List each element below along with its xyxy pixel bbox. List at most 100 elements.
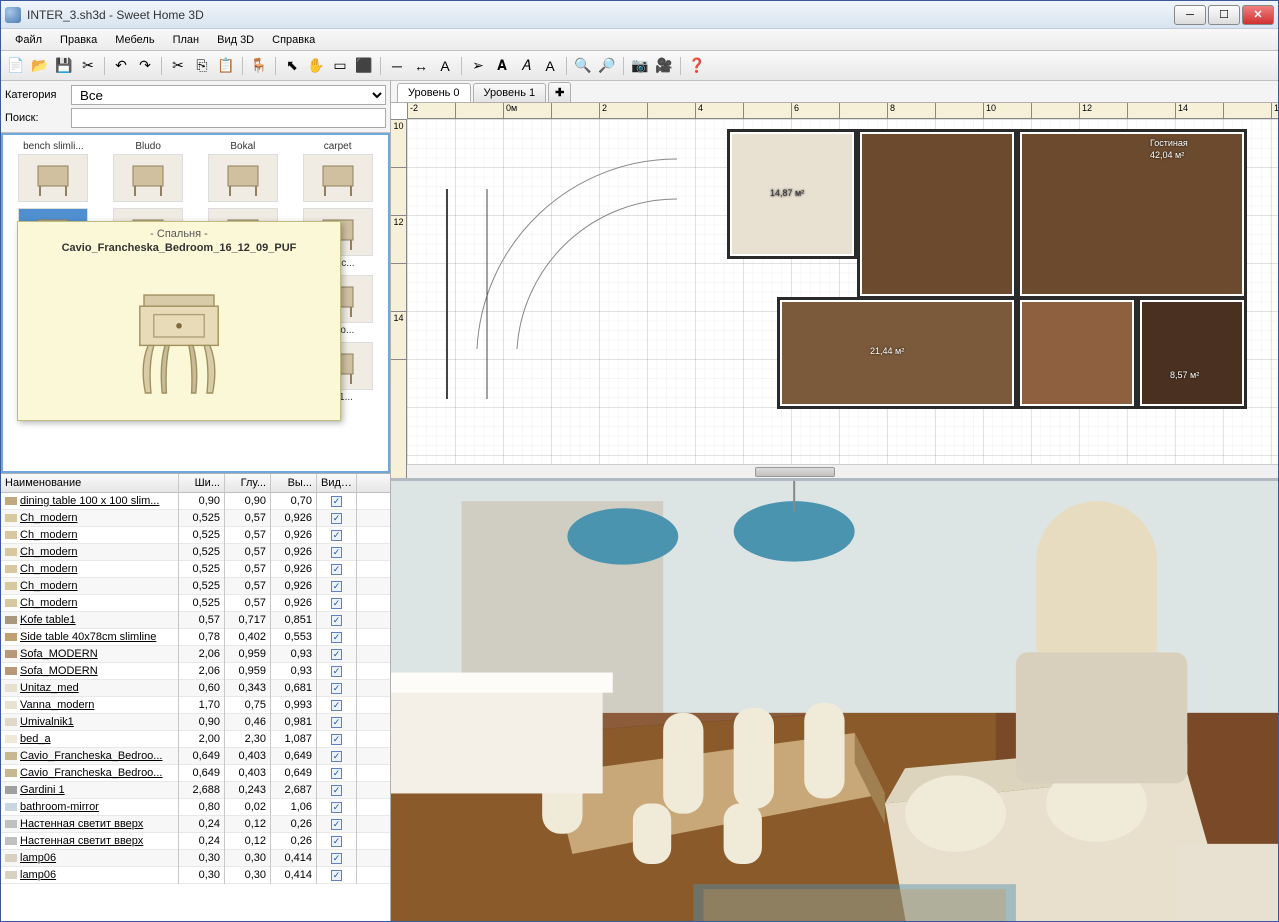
menu-Мебель[interactable]: Мебель bbox=[107, 31, 162, 49]
maximize-button[interactable]: ☐ bbox=[1208, 5, 1240, 25]
table-row[interactable]: Sofa_MODERN2,060,9590,93✓ bbox=[1, 646, 390, 663]
table-row[interactable]: Cavio_Francheska_Bedroo...0,6490,4030,64… bbox=[1, 748, 390, 765]
video-button[interactable]: 🎥 bbox=[653, 55, 675, 77]
photo-button[interactable]: 📷 bbox=[629, 55, 651, 77]
checkbox-icon[interactable]: ✓ bbox=[331, 836, 342, 847]
cell-visible[interactable]: ✓ bbox=[317, 611, 357, 629]
zoom-out-button[interactable]: 🔎 bbox=[596, 55, 618, 77]
checkbox-icon[interactable]: ✓ bbox=[331, 870, 342, 881]
cell-visible[interactable]: ✓ bbox=[317, 747, 357, 765]
table-row[interactable]: Gardini 12,6880,2432,687✓ bbox=[1, 782, 390, 799]
compass-button[interactable]: ➢ bbox=[467, 55, 489, 77]
cell-visible[interactable]: ✓ bbox=[317, 764, 357, 782]
table-row[interactable]: Umivalnik10,900,460,981✓ bbox=[1, 714, 390, 731]
scrollbar-horizontal[interactable] bbox=[407, 464, 1278, 478]
checkbox-icon[interactable]: ✓ bbox=[331, 649, 342, 660]
align-button[interactable]: A bbox=[539, 55, 561, 77]
search-input[interactable] bbox=[71, 108, 386, 128]
table-row[interactable]: Sofa_MODERN2,060,9590,93✓ bbox=[1, 663, 390, 680]
tab-add[interactable]: ✚ bbox=[548, 82, 571, 102]
table-row[interactable]: Ch_modern0,5250,570,926✓ bbox=[1, 561, 390, 578]
cell-visible[interactable]: ✓ bbox=[317, 662, 357, 680]
table-row[interactable]: Настенная светит вверх0,240,120,26✓ bbox=[1, 833, 390, 850]
undo-button[interactable]: ↶ bbox=[110, 55, 132, 77]
prefs-button[interactable]: ✂ bbox=[77, 55, 99, 77]
cell-visible[interactable]: ✓ bbox=[317, 696, 357, 714]
cell-visible[interactable]: ✓ bbox=[317, 526, 357, 544]
view-3d[interactable] bbox=[391, 481, 1278, 921]
checkbox-icon[interactable]: ✓ bbox=[331, 734, 342, 745]
cell-visible[interactable]: ✓ bbox=[317, 798, 357, 816]
table-row[interactable]: dining table 100 x 100 slim...0,900,900,… bbox=[1, 493, 390, 510]
cell-visible[interactable]: ✓ bbox=[317, 713, 357, 731]
table-row[interactable]: Ch_modern0,5250,570,926✓ bbox=[1, 527, 390, 544]
table-row[interactable]: Kofe table10,570,7170,851✓ bbox=[1, 612, 390, 629]
menu-Вид 3D[interactable]: Вид 3D bbox=[209, 31, 262, 49]
table-row[interactable]: Ch_modern0,5250,570,926✓ bbox=[1, 510, 390, 527]
checkbox-icon[interactable]: ✓ bbox=[331, 700, 342, 711]
table-row[interactable]: bathroom-mirror0,800,021,06✓ bbox=[1, 799, 390, 816]
checkbox-icon[interactable]: ✓ bbox=[331, 513, 342, 524]
checkbox-icon[interactable]: ✓ bbox=[331, 615, 342, 626]
checkbox-icon[interactable]: ✓ bbox=[331, 598, 342, 609]
room-5[interactable]: 8,57 м² bbox=[1137, 297, 1247, 409]
redo-button[interactable]: ↷ bbox=[134, 55, 156, 77]
help-button[interactable]: ❓ bbox=[686, 55, 708, 77]
scroll-thumb[interactable] bbox=[755, 467, 835, 477]
cell-visible[interactable]: ✓ bbox=[317, 594, 357, 612]
plan-content[interactable]: 14,87 м² Гостиная 42,04 м² 21,44 м² bbox=[407, 119, 1278, 478]
cell-visible[interactable]: ✓ bbox=[317, 492, 357, 510]
table-row[interactable]: Side table 40x78cm slimline0,780,4020,55… bbox=[1, 629, 390, 646]
cell-visible[interactable]: ✓ bbox=[317, 560, 357, 578]
cell-visible[interactable]: ✓ bbox=[317, 781, 357, 799]
room-3[interactable]: 21,44 м² bbox=[777, 297, 1017, 409]
floorplan[interactable]: 14,87 м² Гостиная 42,04 м² 21,44 м² bbox=[727, 129, 1227, 409]
dimension-button[interactable]: ↔ bbox=[410, 55, 432, 77]
text-style-i-button[interactable]: 𝐴 bbox=[515, 55, 537, 77]
tab-level-1[interactable]: Уровень 1 bbox=[473, 83, 547, 102]
col-depth[interactable]: Глу... bbox=[225, 474, 271, 492]
copy-button[interactable]: ⎘ bbox=[191, 55, 213, 77]
cell-visible[interactable]: ✓ bbox=[317, 509, 357, 527]
open-button[interactable]: 📂 bbox=[29, 55, 51, 77]
cell-visible[interactable]: ✓ bbox=[317, 866, 357, 884]
cell-visible[interactable]: ✓ bbox=[317, 815, 357, 833]
checkbox-icon[interactable]: ✓ bbox=[331, 547, 342, 558]
table-row[interactable]: bed_a2,002,301,087✓ bbox=[1, 731, 390, 748]
room-kitchen[interactable]: 14,87 м² bbox=[727, 129, 857, 259]
table-row[interactable]: Настенная светит вверх0,240,120,26✓ bbox=[1, 816, 390, 833]
col-width[interactable]: Ши... bbox=[179, 474, 225, 492]
col-name[interactable]: Наименование bbox=[1, 474, 179, 492]
room-4[interactable] bbox=[1017, 297, 1137, 409]
cell-visible[interactable]: ✓ bbox=[317, 543, 357, 561]
catalog-grid[interactable]: bench slimli...BludoBokalcarpetCa...Fran… bbox=[1, 133, 390, 473]
room-dining[interactable] bbox=[857, 129, 1017, 299]
table-row[interactable]: Cavio_Francheska_Bedroo...0,6490,4030,64… bbox=[1, 765, 390, 782]
furniture-table[interactable]: Наименование Ши... Глу... Вы... Види... … bbox=[1, 473, 390, 921]
catalog-item[interactable]: Bludo bbox=[102, 139, 195, 204]
col-visible[interactable]: Види... bbox=[317, 474, 357, 492]
catalog-item[interactable]: Bokal bbox=[197, 139, 290, 204]
paste-button[interactable]: 📋 bbox=[215, 55, 237, 77]
cell-visible[interactable]: ✓ bbox=[317, 832, 357, 850]
checkbox-icon[interactable]: ✓ bbox=[331, 751, 342, 762]
cell-visible[interactable]: ✓ bbox=[317, 730, 357, 748]
checkbox-icon[interactable]: ✓ bbox=[331, 768, 342, 779]
cell-visible[interactable]: ✓ bbox=[317, 849, 357, 867]
cell-visible[interactable]: ✓ bbox=[317, 577, 357, 595]
checkbox-icon[interactable]: ✓ bbox=[331, 632, 342, 643]
new-button[interactable]: 📄 bbox=[5, 55, 27, 77]
table-row[interactable]: lamp060,300,300,414✓ bbox=[1, 850, 390, 867]
add-furn-button[interactable]: 🪑 bbox=[248, 55, 270, 77]
checkbox-icon[interactable]: ✓ bbox=[331, 581, 342, 592]
checkbox-icon[interactable]: ✓ bbox=[331, 496, 342, 507]
checkbox-icon[interactable]: ✓ bbox=[331, 666, 342, 677]
table-row[interactable]: Unitaz_med0,600,3430,681✓ bbox=[1, 680, 390, 697]
checkbox-icon[interactable]: ✓ bbox=[331, 802, 342, 813]
room-living[interactable]: Гостиная 42,04 м² bbox=[1017, 129, 1247, 299]
wall-button[interactable]: ▭ bbox=[329, 55, 351, 77]
room-button[interactable]: ⬛ bbox=[353, 55, 375, 77]
table-row[interactable]: Ch_modern0,5250,570,926✓ bbox=[1, 544, 390, 561]
save-button[interactable]: 💾 bbox=[53, 55, 75, 77]
checkbox-icon[interactable]: ✓ bbox=[331, 717, 342, 728]
